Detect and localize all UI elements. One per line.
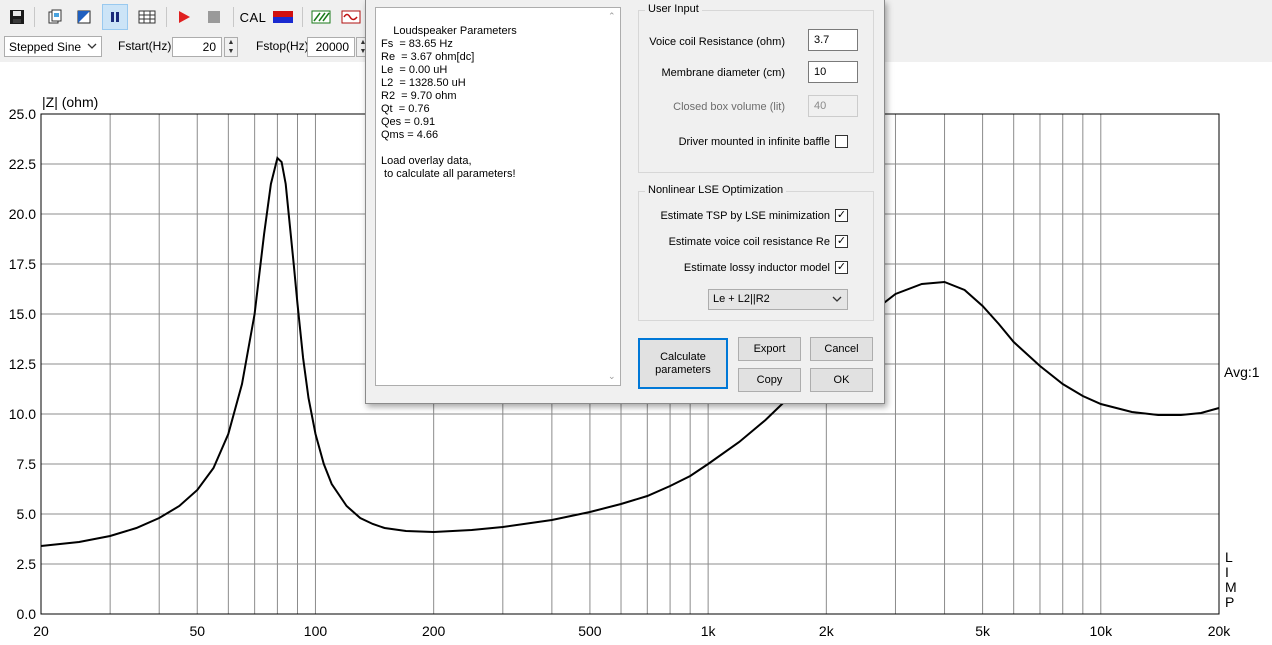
toolbar-row-settings: Stepped Sine Fstart(Hz) 20 ▲ ▼ Fstop(Hz)…	[0, 34, 370, 58]
signal-type-select[interactable]: Stepped Sine	[4, 36, 102, 57]
export-button[interactable]: Export	[738, 337, 801, 361]
y-tick-label: 17.5	[9, 256, 36, 272]
estimate-tsp-label: Estimate TSP by LSE minimization	[660, 210, 830, 222]
spin-up-icon[interactable]: ▲	[225, 38, 237, 47]
cancel-button[interactable]: Cancel	[810, 337, 873, 361]
x-tick-label: 20k	[1208, 623, 1232, 639]
pause-icon[interactable]	[102, 4, 128, 30]
x-tick-label: 200	[422, 623, 446, 639]
scroll-up-icon[interactable]: ⌃	[608, 10, 616, 23]
estimate-re-checkbox[interactable]: ✓	[835, 235, 848, 248]
toolbar-separator	[166, 7, 167, 27]
ok-label: OK	[833, 374, 850, 386]
table-icon[interactable]	[134, 4, 160, 30]
results-textarea[interactable]: Loudspeaker Parameters Fs = 83.65 Hz Re …	[375, 7, 621, 386]
ok-button[interactable]: OK	[810, 368, 873, 392]
x-tick-label: 10k	[1090, 623, 1114, 639]
y-tick-label: 12.5	[9, 356, 36, 372]
infinite-baffle-checkbox[interactable]	[835, 135, 848, 148]
save-icon[interactable]	[4, 4, 30, 30]
box-volume-label: Closed box volume (lit)	[673, 101, 785, 113]
spin-down-icon[interactable]: ▼	[225, 47, 237, 56]
box-volume-input: 40	[808, 95, 858, 117]
y-axis-label: |Z| (ohm)	[42, 94, 98, 110]
copy-icon[interactable]	[42, 4, 68, 30]
estimate-lossy-label: Estimate lossy inductor model	[683, 262, 830, 274]
scroll-down-icon[interactable]: ⌄	[608, 370, 616, 383]
side-label-letter: M	[1225, 579, 1237, 595]
membrane-input[interactable]: 10	[808, 61, 858, 83]
x-tick-label: 1k	[701, 623, 717, 639]
model-select-value: Le + L2||R2	[713, 293, 770, 305]
play-icon[interactable]	[171, 4, 197, 30]
fstart-label: Fstart(Hz)	[118, 39, 172, 53]
toolbar-separator	[34, 7, 35, 27]
sine-icon[interactable]	[338, 4, 364, 30]
copy-button[interactable]: Copy	[738, 368, 801, 392]
bandpass-icon[interactable]	[308, 4, 334, 30]
toolbar-row-icons: CAL	[0, 3, 370, 31]
avg-label: Avg:1	[1224, 364, 1260, 380]
toolbar-separator	[233, 7, 234, 27]
mode-icon[interactable]	[71, 4, 97, 30]
chevron-down-icon	[832, 296, 842, 302]
stop-icon[interactable]	[201, 4, 227, 30]
y-tick-label: 22.5	[9, 156, 36, 172]
cal-icon[interactable]: CAL	[240, 4, 266, 30]
impedance-icon[interactable]	[270, 4, 296, 30]
voice-coil-label: Voice coil Resistance (ohm)	[649, 36, 785, 48]
y-tick-label: 20.0	[9, 206, 36, 222]
y-tick-label: 2.5	[17, 556, 37, 572]
x-tick-label: 50	[189, 623, 205, 639]
loudspeaker-parameters-dialog: Loudspeaker Parameters Fs = 83.65 Hz Re …	[365, 0, 885, 404]
estimate-tsp-checkbox[interactable]: ✓	[835, 209, 848, 222]
x-tick-labels: 20 50 100 200 500 1k 2k 5k 10k 20k	[33, 623, 1231, 639]
side-label-letter: I	[1225, 564, 1229, 580]
x-tick-label: 500	[578, 623, 602, 639]
cancel-label: Cancel	[824, 343, 859, 355]
x-tick-label: 2k	[819, 623, 835, 639]
side-label: LIMP	[1225, 549, 1237, 610]
side-label-letter: L	[1225, 549, 1233, 565]
infinite-baffle-label: Driver mounted in infinite baffle	[678, 136, 830, 148]
x-tick-label: 100	[304, 623, 328, 639]
calculate-parameters-button[interactable]: Calculate parameters	[638, 338, 728, 389]
model-select[interactable]: Le + L2||R2	[708, 289, 848, 310]
y-tick-labels: 25.0 22.5 20.0 17.5 15.0 12.5 10.0 7.5 5.0 2.5 0.0	[9, 106, 36, 622]
estimate-re-label: Estimate voice coil resistance Re	[668, 236, 830, 248]
y-tick-label: 5.0	[17, 506, 37, 522]
x-tick-label: 5k	[975, 623, 991, 639]
y-tick-label: 10.0	[9, 406, 36, 422]
user-input-title: User Input	[645, 3, 702, 15]
y-tick-label: 0.0	[17, 606, 37, 622]
fstart-input[interactable]: 20	[172, 37, 222, 57]
fstart-spinner[interactable]: ▲ ▼	[224, 37, 238, 57]
fstop-label: Fstop(Hz)	[256, 39, 309, 53]
results-text: Loudspeaker Parameters Fs = 83.65 Hz Re …	[381, 25, 517, 180]
export-label: Export	[753, 343, 786, 355]
x-tick-label: 20	[33, 623, 49, 639]
results-scrollbar[interactable]: ⌃ ⌄	[605, 8, 620, 385]
fstop-input[interactable]: 20000	[307, 37, 355, 57]
y-tick-label: 15.0	[9, 306, 36, 322]
side-label-letter: P	[1225, 594, 1234, 610]
voice-coil-input[interactable]: 3.7	[808, 29, 858, 51]
nonlinear-group: Nonlinear LSE Optimization Estimate TSP …	[638, 184, 874, 321]
chevron-down-icon	[87, 43, 97, 49]
signal-type-value: Stepped Sine	[9, 39, 82, 54]
y-tick-label: 25.0	[9, 106, 36, 122]
cal-label: CAL	[239, 9, 267, 25]
nonlinear-title: Nonlinear LSE Optimization	[645, 184, 787, 196]
copy-label: Copy	[756, 374, 783, 386]
calculate-parameters-label: Calculate parameters	[655, 350, 711, 376]
toolbar-separator	[302, 7, 303, 27]
estimate-lossy-checkbox[interactable]: ✓	[835, 261, 848, 274]
membrane-label: Membrane diameter (cm)	[661, 67, 785, 79]
y-tick-label: 7.5	[17, 456, 37, 472]
user-input-group: User Input Voice coil Resistance (ohm) 3…	[638, 3, 874, 173]
